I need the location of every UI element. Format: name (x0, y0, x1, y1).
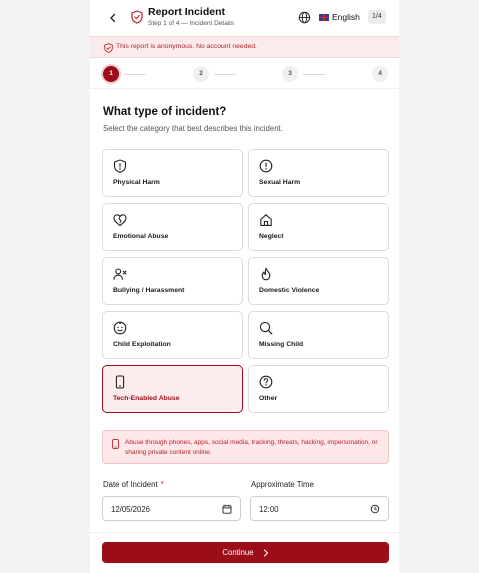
category-label: Missing Child (259, 341, 304, 348)
shield-logo-icon (131, 10, 143, 24)
user-x-icon (113, 268, 127, 280)
category-physical-harm[interactable]: Physical Harm (102, 149, 243, 197)
anonymous-text: This report is anonymous. No account nee… (116, 43, 257, 50)
language-selector[interactable]: English (319, 12, 360, 22)
time-input[interactable]: 12:00 (250, 496, 389, 521)
flame-icon (261, 267, 271, 281)
smartphone-icon (115, 375, 125, 389)
question-title: What type of incident? (103, 106, 227, 118)
chevron-right-icon (263, 548, 268, 557)
category-label: Child Exploitation (113, 341, 171, 348)
step-4: 4 (372, 66, 388, 82)
baby-face-icon (113, 321, 127, 335)
category-label: Bullying / Harassment (113, 287, 185, 294)
time-label: Approximate Time (251, 480, 314, 489)
home-icon (260, 214, 272, 226)
chevron-left-icon (110, 13, 116, 23)
category-sexual-harm[interactable]: Sexual Harm (248, 149, 389, 197)
time-value: 12:00 (259, 505, 279, 514)
language-label: English (332, 12, 360, 22)
category-missing-child[interactable]: Missing Child (248, 311, 389, 359)
category-description-text: Abuse through phones, apps, social media… (125, 439, 378, 456)
divider (90, 88, 399, 89)
step-connector (303, 73, 325, 75)
shield-check-icon (104, 43, 113, 53)
continue-label: Continue (222, 548, 254, 557)
category-label: Domestic Violence (259, 287, 320, 294)
calendar-icon[interactable] (222, 504, 232, 514)
shield-alert-icon (113, 159, 127, 173)
continue-button[interactable]: Continue (102, 542, 389, 563)
step-2: 2 (193, 66, 209, 82)
smartphone-icon (112, 439, 119, 449)
category-label: Emotional Abuse (113, 233, 169, 240)
date-value: 12/05/2026 (111, 505, 151, 514)
help-circle-icon (259, 375, 273, 389)
category-description-box: Abuse through phones, apps, social media… (102, 430, 389, 464)
broken-heart-icon (113, 214, 127, 227)
category-bullying-harassment[interactable]: Bullying / Harassment (102, 257, 243, 305)
divider (90, 532, 399, 533)
category-domestic-violence[interactable]: Domestic Violence (248, 257, 389, 305)
anonymous-banner: This report is anonymous. No account nee… (90, 36, 399, 58)
date-input[interactable]: 12/05/2026 (102, 496, 241, 521)
step-1: 1 (103, 66, 119, 82)
category-label: Physical Harm (113, 179, 160, 186)
category-emotional-abuse[interactable]: Emotional Abuse (102, 203, 243, 251)
globe-icon[interactable] (298, 11, 311, 24)
category-other[interactable]: Other (248, 365, 389, 413)
category-label: Other (259, 395, 278, 402)
date-label-text: Date of Incident (103, 480, 158, 489)
app-header: Report Incident Step 1 of 4 — Incident D… (90, 0, 399, 36)
category-label: Neglect (259, 233, 284, 240)
page-subtitle: Step 1 of 4 — Incident Details (148, 20, 234, 27)
question-subtitle: Select the category that best describes … (103, 124, 283, 133)
required-mark: * (160, 480, 164, 489)
search-icon (259, 321, 273, 335)
uk-flag-icon (319, 13, 329, 21)
step-3: 3 (282, 66, 298, 82)
step-connector (124, 73, 146, 75)
progress-stepper: 1 2 3 4 (90, 60, 399, 86)
back-button[interactable] (104, 9, 122, 27)
category-neglect[interactable]: Neglect (248, 203, 389, 251)
category-child-exploitation[interactable]: Child Exploitation (102, 311, 243, 359)
step-connector (214, 73, 236, 75)
category-tech-enabled-abuse[interactable]: Tech-Enabled Abuse (102, 365, 243, 413)
category-label: Sexual Harm (259, 179, 301, 186)
category-label: Tech-Enabled Abuse (113, 395, 180, 402)
page-title: Report Incident (148, 6, 226, 18)
step-counter-badge: 1/4 (368, 10, 386, 24)
clock-icon[interactable] (370, 504, 380, 514)
report-page: Report Incident Step 1 of 4 — Incident D… (90, 0, 399, 573)
date-label: Date of Incident * (103, 480, 164, 489)
alert-circle-icon (259, 159, 273, 173)
